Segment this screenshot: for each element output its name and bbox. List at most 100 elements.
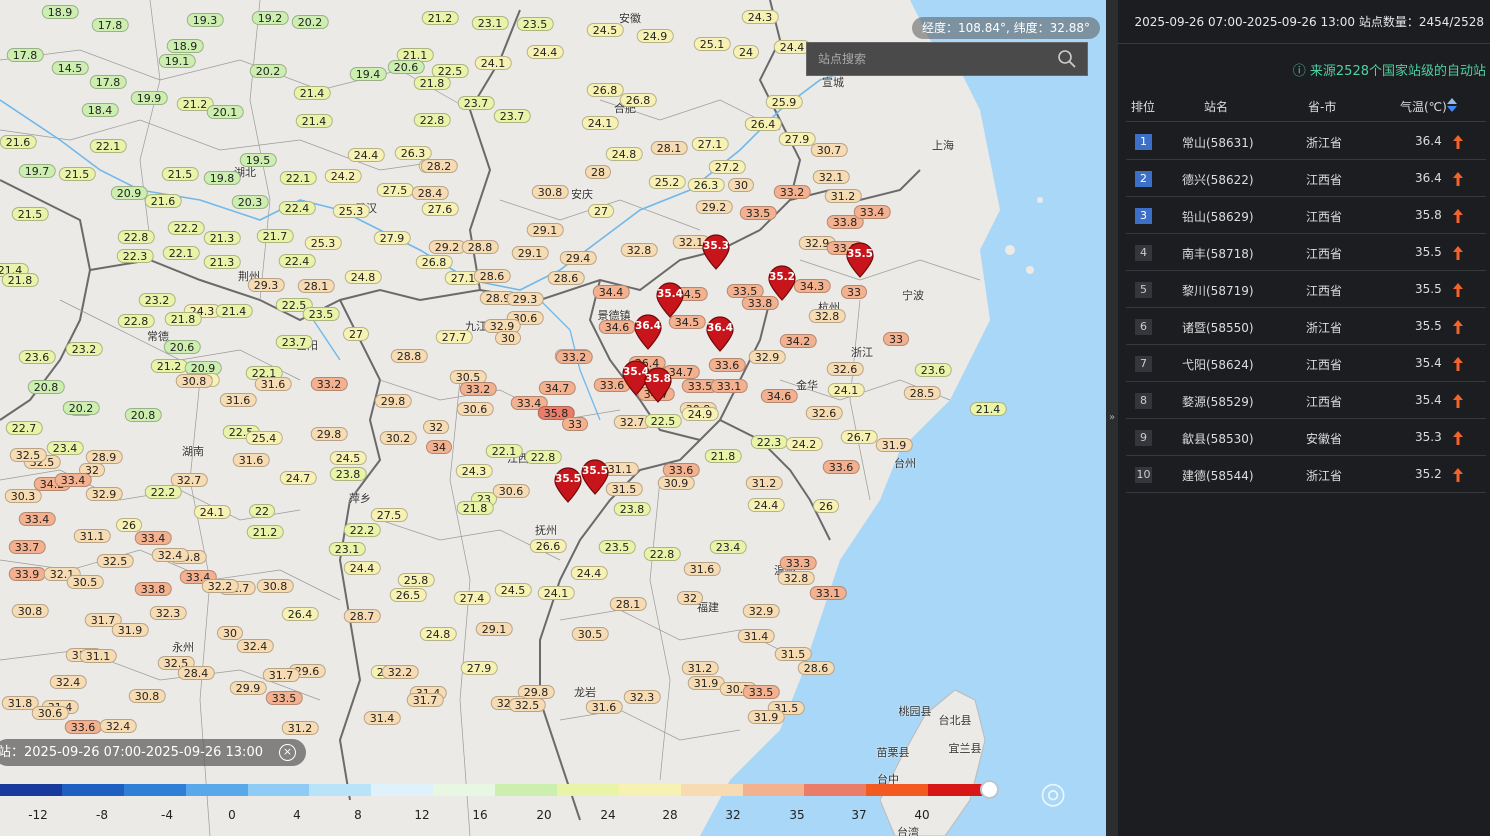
- station-value[interactable]: 22.8: [413, 113, 451, 127]
- station-value[interactable]: 21.6: [144, 194, 182, 208]
- station-value[interactable]: 19.3: [186, 13, 224, 27]
- station-value[interactable]: 28.6: [473, 269, 511, 283]
- station-value[interactable]: 33.4: [18, 512, 56, 526]
- station-value[interactable]: 32.6: [826, 362, 864, 376]
- station-value[interactable]: 31.1: [73, 529, 111, 543]
- station-value[interactable]: 21.3: [203, 231, 241, 245]
- station-value[interactable]: 32.8: [777, 571, 815, 585]
- station-value[interactable]: 24.5: [329, 451, 367, 465]
- station-value[interactable]: 24.9: [681, 407, 719, 421]
- station-value[interactable]: 24.3: [741, 10, 779, 24]
- station-value[interactable]: 24.4: [570, 566, 608, 580]
- collapse-arrow-icon[interactable]: »: [1106, 412, 1118, 423]
- station-value[interactable]: 31.2: [745, 476, 783, 490]
- station-value[interactable]: 22.7: [5, 421, 43, 435]
- station-value[interactable]: 14.5: [51, 61, 89, 75]
- station-value[interactable]: 21.8: [704, 449, 742, 463]
- ranking-row[interactable]: 2 德兴(58622) 江西省 36.4: [1126, 160, 1486, 197]
- station-value[interactable]: 33.4: [134, 531, 172, 545]
- station-value[interactable]: 32.4: [99, 719, 137, 733]
- station-value[interactable]: 33.5: [742, 685, 780, 699]
- station-value[interactable]: 20.3: [231, 195, 269, 209]
- station-value[interactable]: 26.5: [389, 588, 427, 602]
- station-value[interactable]: 32.3: [149, 606, 187, 620]
- station-value[interactable]: 31.7: [406, 693, 444, 707]
- station-value[interactable]: 26.3: [687, 178, 725, 192]
- station-value[interactable]: 29.3: [247, 278, 285, 292]
- column-temperature[interactable]: 气温(℃): [1400, 98, 1447, 115]
- station-value[interactable]: 33.6: [708, 358, 746, 372]
- station-value[interactable]: 33.2: [555, 350, 593, 364]
- station-value[interactable]: 20.8: [124, 408, 162, 422]
- station-value[interactable]: 33.1: [710, 379, 748, 393]
- station-value[interactable]: 31.6: [683, 562, 721, 576]
- station-value[interactable]: 29.1: [526, 223, 564, 237]
- station-value[interactable]: 27.9: [460, 661, 498, 675]
- station-value[interactable]: 31.9: [747, 710, 785, 724]
- station-value[interactable]: 24.2: [324, 169, 362, 183]
- station-value[interactable]: 29.2: [428, 240, 466, 254]
- station-value[interactable]: 22.1: [162, 246, 200, 260]
- station-value[interactable]: 22.2: [144, 485, 182, 499]
- station-value[interactable]: 24.8: [344, 270, 382, 284]
- station-value[interactable]: 17.8: [89, 75, 127, 89]
- station-value[interactable]: 24.1: [827, 383, 865, 397]
- station-value[interactable]: 30.5: [66, 575, 104, 589]
- station-value[interactable]: 32.4: [151, 548, 189, 562]
- hot-station-pin[interactable]: 35.8: [643, 367, 673, 403]
- station-value[interactable]: 28.1: [650, 141, 688, 155]
- station-value[interactable]: 31.2: [824, 189, 862, 203]
- station-value[interactable]: 22.8: [117, 314, 155, 328]
- station-value[interactable]: 30.6: [456, 402, 494, 416]
- station-value[interactable]: 21.5: [58, 167, 96, 181]
- station-value[interactable]: 31.6: [232, 453, 270, 467]
- station-value[interactable]: 27.5: [370, 508, 408, 522]
- station-value[interactable]: 23.1: [328, 542, 366, 556]
- station-value[interactable]: 33.4: [54, 473, 92, 487]
- station-value[interactable]: 33.3: [779, 556, 817, 570]
- ranking-row[interactable]: 1 常山(58631) 浙江省 36.4: [1126, 123, 1486, 160]
- ranking-row[interactable]: 6 诸暨(58550) 浙江省 35.5: [1126, 308, 1486, 345]
- station-value[interactable]: 23.5: [302, 307, 340, 321]
- station-value[interactable]: 28.4: [411, 186, 449, 200]
- station-value[interactable]: 31.6: [585, 700, 623, 714]
- station-value[interactable]: 30.9: [657, 476, 695, 490]
- station-value[interactable]: 27.2: [708, 160, 746, 174]
- station-value[interactable]: 32.9: [742, 604, 780, 618]
- station-value[interactable]: 29.8: [310, 427, 348, 441]
- station-value[interactable]: 22.1: [89, 139, 127, 153]
- station-value[interactable]: 23.5: [516, 17, 554, 31]
- station-value[interactable]: 26.8: [415, 255, 453, 269]
- station-value[interactable]: 32.4: [49, 675, 87, 689]
- station-value[interactable]: 31.1: [79, 649, 117, 663]
- station-value[interactable]: 23.8: [613, 502, 651, 516]
- station-value[interactable]: 33.6: [662, 463, 700, 477]
- station-value[interactable]: 30.7: [810, 143, 848, 157]
- station-value[interactable]: 28.6: [547, 271, 585, 285]
- station-value[interactable]: 29.9: [229, 681, 267, 695]
- station-value[interactable]: 31.2: [681, 661, 719, 675]
- station-value[interactable]: 24.7: [279, 471, 317, 485]
- station-value[interactable]: 28.2: [420, 159, 458, 173]
- station-value[interactable]: 17.8: [6, 48, 44, 62]
- map-view[interactable]: 安徽湖北湖南江西浙江福建上海台湾常德益阳永州九江景德镇合肥安庆宣城萍乡抚州鹰潭龙…: [0, 0, 1106, 836]
- station-value[interactable]: 33.5: [265, 691, 303, 705]
- station-value[interactable]: 26: [116, 518, 142, 532]
- station-value[interactable]: 21.6: [0, 135, 37, 149]
- station-value[interactable]: 26.4: [744, 117, 782, 131]
- station-value[interactable]: 21.8: [1, 273, 39, 287]
- station-value[interactable]: 26.7: [840, 430, 878, 444]
- station-value[interactable]: 17.8: [91, 18, 129, 32]
- station-value[interactable]: 24.1: [537, 586, 575, 600]
- station-value[interactable]: 22.2: [343, 523, 381, 537]
- station-value[interactable]: 22.1: [279, 171, 317, 185]
- station-value[interactable]: 22.4: [278, 201, 316, 215]
- station-value[interactable]: 20.8: [27, 380, 65, 394]
- station-value[interactable]: 20.1: [206, 105, 244, 119]
- station-value[interactable]: 22: [249, 504, 275, 518]
- hot-station-pin[interactable]: 36.4: [705, 316, 735, 352]
- station-value[interactable]: 22.5: [644, 414, 682, 428]
- station-value[interactable]: 33.5: [739, 206, 777, 220]
- station-value[interactable]: 25.2: [648, 175, 686, 189]
- station-value[interactable]: 21.8: [413, 76, 451, 90]
